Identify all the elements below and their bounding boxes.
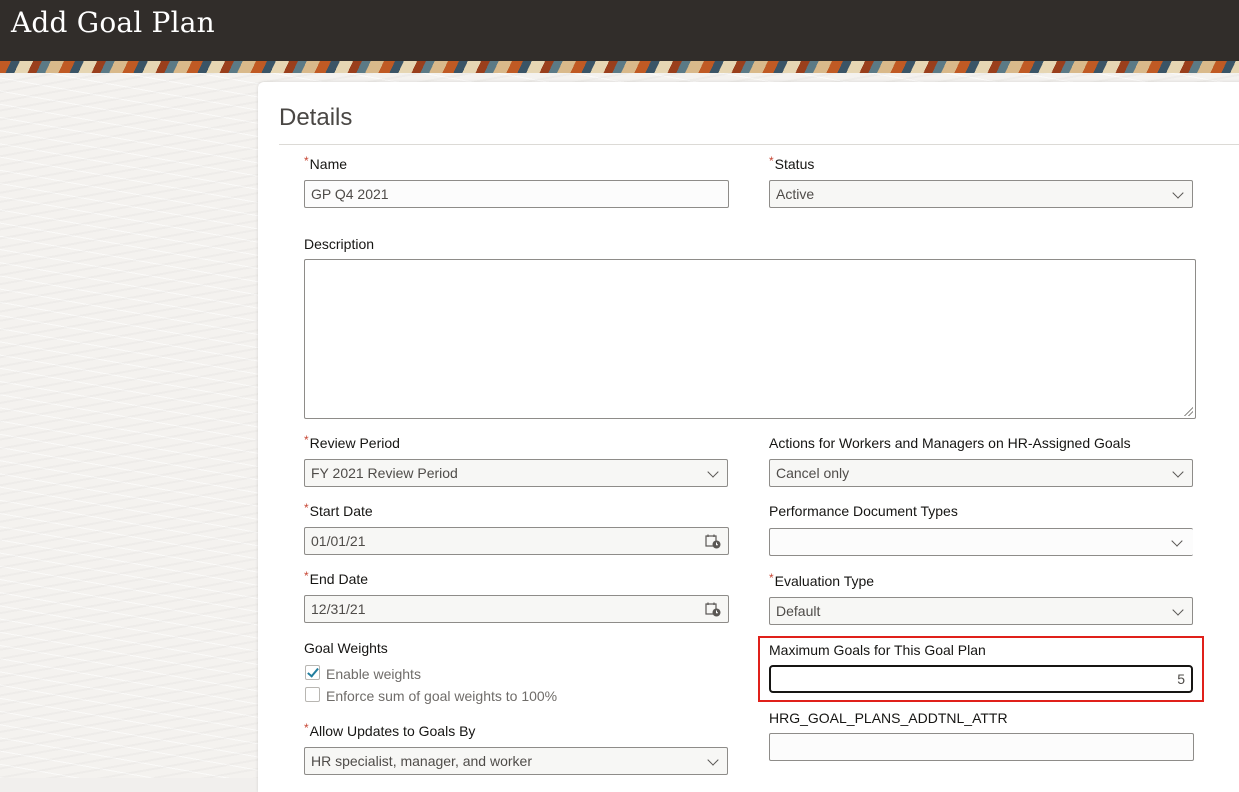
description-label: Description: [304, 236, 375, 252]
start-date-label: *Start Date: [304, 501, 373, 519]
page-title: Add Goal Plan: [11, 6, 215, 39]
chevron-down-icon: [1172, 604, 1184, 616]
enforce-sum-checkbox[interactable]: [305, 687, 320, 702]
evaluation-type-value: Default: [776, 603, 821, 619]
resize-grip-icon[interactable]: [1183, 406, 1193, 416]
status-select[interactable]: Active: [769, 180, 1193, 208]
perf-doc-types-select[interactable]: [769, 528, 1193, 556]
required-marker: *: [304, 721, 309, 735]
review-period-select[interactable]: FY 2021 Review Period: [304, 459, 728, 487]
required-marker: *: [304, 569, 309, 583]
chevron-down-icon: [707, 754, 719, 766]
required-marker: *: [304, 433, 309, 447]
calendar-icon[interactable]: [705, 602, 721, 617]
actions-select[interactable]: Cancel only: [769, 459, 1193, 487]
required-marker: *: [304, 501, 309, 515]
chevron-down-icon: [1171, 535, 1183, 547]
evaluation-type-label: *Evaluation Type: [769, 571, 875, 589]
chevron-down-icon: [1172, 187, 1184, 199]
chevron-down-icon: [707, 466, 719, 478]
start-date-value: 01/01/21: [311, 533, 366, 549]
required-marker: *: [769, 154, 774, 168]
header-decorative-band: [0, 61, 1239, 73]
status-value: Active: [776, 186, 815, 202]
page-header: Add Goal Plan: [0, 0, 1239, 61]
name-input[interactable]: GP Q4 2021: [304, 180, 729, 208]
end-date-label: *End Date: [304, 569, 369, 587]
evaluation-type-select[interactable]: Default: [769, 597, 1193, 625]
start-date-input[interactable]: 01/01/21: [304, 527, 729, 555]
enforce-sum-label[interactable]: Enforce sum of goal weights to 100%: [326, 688, 557, 704]
section-divider: [279, 144, 1239, 145]
enable-weights-label[interactable]: Enable weights: [326, 666, 421, 682]
actions-value: Cancel only: [776, 465, 850, 481]
calendar-icon[interactable]: [705, 534, 721, 549]
max-goals-input[interactable]: 5: [769, 665, 1193, 693]
section-title: Details: [279, 104, 353, 131]
addtnl-attr-label: HRG_GOAL_PLANS_ADDTNL_ATTR: [769, 710, 1008, 726]
goal-weights-label: Goal Weights: [304, 640, 388, 656]
perf-doc-types-label: Performance Document Types: [769, 503, 958, 519]
allow-updates-value: HR specialist, manager, and worker: [311, 753, 532, 769]
actions-label: Actions for Workers and Managers on HR-A…: [769, 435, 1131, 451]
max-goals-label: Maximum Goals for This Goal Plan: [769, 642, 986, 658]
allow-updates-label: *Allow Updates to Goals By: [304, 721, 476, 739]
enable-weights-checkbox[interactable]: [305, 665, 320, 680]
review-period-value: FY 2021 Review Period: [311, 465, 458, 481]
required-marker: *: [304, 154, 309, 168]
end-date-value: 12/31/21: [311, 601, 366, 617]
review-period-label: *Review Period: [304, 433, 400, 451]
addtnl-attr-input[interactable]: [769, 733, 1194, 761]
allow-updates-select[interactable]: HR specialist, manager, and worker: [304, 747, 728, 775]
name-label: *Name: [304, 154, 348, 172]
description-textarea[interactable]: [304, 259, 1196, 419]
chevron-down-icon: [1172, 466, 1184, 478]
end-date-input[interactable]: 12/31/21: [304, 595, 729, 623]
required-marker: *: [769, 571, 774, 585]
status-label: *Status: [769, 154, 815, 172]
